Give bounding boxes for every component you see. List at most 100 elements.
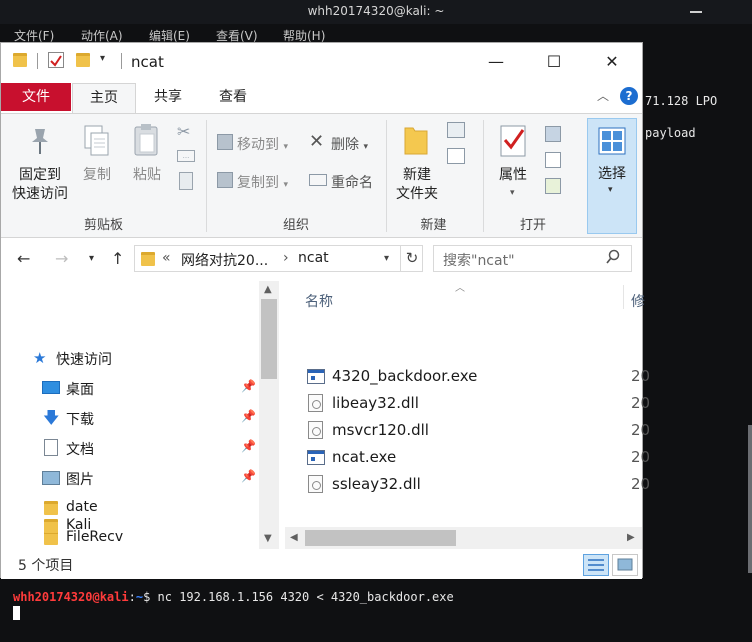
history-icon[interactable] xyxy=(545,178,561,194)
ribbon: 固定到 快速访问 复制 粘贴 ✂ ... 剪贴板 移动到 ▾ 复制到 ▾ ✕ 删… xyxy=(1,113,642,238)
forward-button[interactable]: → xyxy=(55,249,68,268)
scroll-up-icon[interactable]: ▲ xyxy=(264,284,272,295)
file-name: 4320_backdoor.exe xyxy=(332,367,478,385)
collapse-ribbon-icon[interactable]: ︿ xyxy=(597,87,609,104)
move-to-button[interactable]: 移动到 ▾ xyxy=(237,134,288,154)
copy-to-icon xyxy=(217,172,233,188)
item-count: 5 个项目 xyxy=(18,558,74,574)
recent-locations-button[interactable]: ▾ xyxy=(89,253,94,264)
nav-item-downloads[interactable]: 🡇 下载 📌 xyxy=(1,405,259,431)
terminal-command: nc 192.168.1.156 4320 < 4320_backdoor.ex… xyxy=(150,590,454,604)
help-icon[interactable]: ? xyxy=(620,87,638,105)
pin-icon[interactable]: 📌 xyxy=(241,439,256,453)
status-bar: 5 个项目 xyxy=(1,549,642,579)
pictures-icon xyxy=(42,471,60,485)
chevron-down-icon: ▾ xyxy=(510,188,515,198)
scroll-right-icon[interactable]: ▶ xyxy=(627,532,635,543)
up-button[interactable]: ↑ xyxy=(111,249,124,268)
paste-icon xyxy=(132,122,162,162)
easy-access-icon[interactable] xyxy=(447,148,465,164)
pin-to-quick-access-button[interactable]: 固定到 快速访问 xyxy=(5,166,75,204)
divider xyxy=(121,53,122,69)
breadcrumb-parent[interactable]: 网络对抗20... xyxy=(181,250,268,270)
paste-button[interactable]: 粘贴 xyxy=(128,166,166,185)
tab-share[interactable]: 共享 xyxy=(137,83,199,113)
back-button[interactable]: ← xyxy=(17,249,30,268)
open-icon[interactable] xyxy=(545,126,561,142)
copy-icon xyxy=(83,124,111,162)
properties-icon xyxy=(499,124,529,162)
file-row[interactable]: msvcr120.dll 20 xyxy=(305,418,650,444)
properties-button[interactable]: 属性 xyxy=(491,166,535,185)
copy-to-label: 复制到 xyxy=(237,175,279,191)
file-row[interactable]: 4320_backdoor.exe 20 xyxy=(305,364,650,390)
nav-item-kali[interactable]: Kali xyxy=(1,513,259,539)
select-all-icon xyxy=(598,127,626,159)
properties-checkbox-icon[interactable] xyxy=(48,52,64,68)
large-icons-view-button[interactable] xyxy=(612,554,638,576)
scrollbar-thumb[interactable] xyxy=(261,299,277,379)
paste-shortcut-icon[interactable] xyxy=(179,172,193,190)
dll-file-icon xyxy=(308,394,323,412)
column-header-name[interactable]: 名称 xyxy=(305,291,333,311)
file-name: msvcr120.dll xyxy=(332,421,429,439)
copy-to-button[interactable]: 复制到 ▾ xyxy=(237,172,288,192)
navigation-scrollbar[interactable]: ▲ ▼ xyxy=(259,281,279,549)
tab-view[interactable]: 查看 xyxy=(202,83,264,113)
file-date: 20 xyxy=(631,448,651,466)
pin-icon[interactable]: 📌 xyxy=(241,409,256,423)
nav-item-pictures[interactable]: 图片 📌 xyxy=(1,465,259,491)
scroll-down-icon[interactable]: ▼ xyxy=(264,533,272,544)
pin-icon[interactable]: 📌 xyxy=(241,379,256,393)
chevron-down-icon: ▾ xyxy=(363,142,368,152)
scroll-left-icon[interactable]: ◀ xyxy=(290,532,298,543)
terminal-scrollbar[interactable] xyxy=(748,425,752,573)
select-button[interactable]: 选择 ▾ xyxy=(587,118,637,234)
terminal-cursor xyxy=(13,606,20,620)
edit-icon[interactable] xyxy=(545,152,561,168)
window-title: ncat xyxy=(131,53,164,71)
nav-item-documents[interactable]: 文档 📌 xyxy=(1,435,259,461)
cut-icon[interactable]: ✂ xyxy=(177,122,190,141)
minimize-button[interactable]: — xyxy=(467,47,525,77)
breadcrumb-separator[interactable]: › xyxy=(283,250,289,266)
search-icon xyxy=(606,249,620,269)
terminal-output-line: 71.128 LPO xyxy=(645,94,718,108)
customize-toolbar-icon[interactable]: ▾ xyxy=(100,53,105,64)
file-row[interactable]: libeay32.dll 20 xyxy=(305,391,650,417)
address-overflow[interactable]: « xyxy=(162,250,171,266)
file-row[interactable]: ssleay32.dll 20 xyxy=(305,472,650,498)
pin-icon[interactable]: 📌 xyxy=(241,469,256,483)
maximize-button[interactable]: ☐ xyxy=(525,47,583,77)
refresh-button[interactable]: ↻ xyxy=(400,245,423,272)
scrollbar-thumb[interactable] xyxy=(305,530,456,546)
address-row: ← → ▾ ↑ « 网络对抗20... › ncat ▾ ↻ 搜索"ncat" xyxy=(1,239,642,279)
breadcrumb-current[interactable]: ncat xyxy=(298,250,329,266)
address-bar[interactable]: « 网络对抗20... › ncat ▾ xyxy=(134,245,423,272)
search-input[interactable]: 搜索"ncat" xyxy=(433,245,632,272)
tab-file[interactable]: 文件 xyxy=(1,83,71,111)
nav-quick-access[interactable]: ★ 快速访问 xyxy=(1,345,259,371)
new-item-icon[interactable] xyxy=(447,122,465,138)
new-folder-button[interactable]: 新建 文件夹 xyxy=(391,166,443,204)
copy-button[interactable]: 复制 xyxy=(79,166,115,185)
large-icons-view-icon xyxy=(617,558,633,571)
terminal-minimize-button[interactable] xyxy=(690,11,702,13)
rename-button[interactable]: 重命名 xyxy=(331,172,373,192)
prompt-path: ~ xyxy=(135,590,144,604)
copy-path-icon[interactable]: ... xyxy=(177,150,195,162)
column-divider[interactable] xyxy=(623,285,624,309)
address-dropdown-icon[interactable]: ▾ xyxy=(384,253,389,264)
details-view-button[interactable] xyxy=(583,554,609,576)
file-row[interactable]: ncat.exe 20 xyxy=(305,445,650,471)
new-folder-quick-icon[interactable] xyxy=(76,53,90,67)
column-header-modified[interactable]: 修 xyxy=(631,291,645,311)
tab-home[interactable]: 主页 xyxy=(72,83,136,113)
nav-item-label: 快速访问 xyxy=(56,352,112,368)
close-button[interactable]: ✕ xyxy=(583,47,641,77)
nav-item-desktop[interactable]: 桌面 📌 xyxy=(1,375,259,401)
delete-button[interactable]: 删除 ▾ xyxy=(331,134,368,154)
file-name: ncat.exe xyxy=(332,448,397,466)
file-list-scrollbar[interactable]: ◀ ▶ xyxy=(285,527,642,549)
nav-item-label: 下载 xyxy=(66,412,94,428)
